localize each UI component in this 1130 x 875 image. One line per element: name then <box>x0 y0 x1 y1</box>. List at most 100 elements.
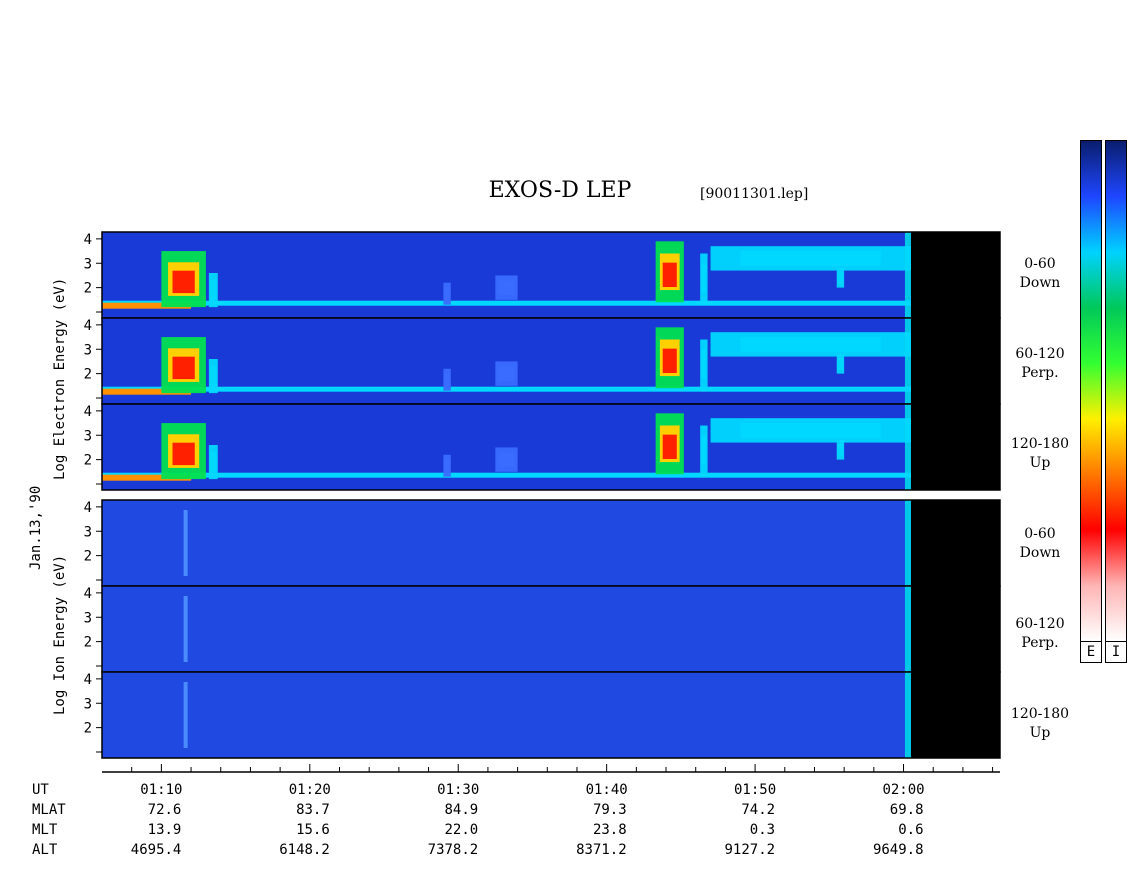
y-tick-label: 2 <box>84 453 92 469</box>
ephemeris-value: 22.0 <box>444 822 479 838</box>
data-edge <box>904 586 911 672</box>
y-tick-label: 2 <box>84 367 92 383</box>
electron-feature-core <box>701 263 707 293</box>
no-data-region <box>910 318 1000 404</box>
y-tick-label: 3 <box>84 428 92 444</box>
ephemeris-value: 9127.2 <box>724 842 776 858</box>
panel-label-e1: 0-60 Down <box>1019 256 1061 291</box>
y-tick-label: 4 <box>84 404 92 420</box>
colorbar-ion <box>1105 140 1127 642</box>
ion-ylabel: Log Ion Energy (eV) <box>52 554 68 715</box>
data-edge <box>904 500 911 586</box>
electron-feature-core <box>210 279 217 301</box>
data-edge <box>904 672 911 758</box>
ephemeris-value: 02:00 <box>882 782 925 798</box>
ephemeris-value: 01:30 <box>437 782 480 798</box>
ephemeris-value: 72.6 <box>147 802 182 818</box>
electron-feature-core <box>837 358 844 370</box>
colorbar-electron <box>1080 140 1102 642</box>
electron-feature-core <box>210 365 217 387</box>
ephemeris-value: 01:10 <box>140 782 183 798</box>
ephemeris-value: 01:20 <box>288 782 331 798</box>
y-tick-label: 3 <box>84 696 92 712</box>
panel-label-i2: 60-120 Perp. <box>1015 616 1065 651</box>
y-tick-label: 3 <box>84 256 92 272</box>
ion-feature <box>183 510 188 576</box>
ion-feature <box>183 596 188 662</box>
panel-label-e2: 60-120 Perp. <box>1015 346 1065 381</box>
ephemeris-mlat-name: MLAT <box>32 802 66 818</box>
electron-feature-core <box>444 459 450 473</box>
ephemeris-value: 4695.4 <box>130 842 182 858</box>
y-tick-label: 4 <box>84 586 92 602</box>
no-data-region <box>910 500 1000 586</box>
ephemeris-value: 13.9 <box>147 822 182 838</box>
ephemeris-value: 74.2 <box>741 802 776 818</box>
electron-feature-core <box>740 251 881 266</box>
no-data-region <box>910 672 1000 758</box>
y-tick-label: 4 <box>84 500 92 516</box>
low-energy-band <box>102 386 911 392</box>
electron-feature-core <box>210 451 217 473</box>
ephemeris-value: 83.7 <box>296 802 330 818</box>
electron-feature-core <box>740 423 881 438</box>
panel-background <box>102 672 911 758</box>
ephemeris-value: 01:40 <box>585 782 628 798</box>
electron-feature-core <box>837 272 844 284</box>
ephemeris-value: 0.6 <box>898 822 924 838</box>
electron-feature-peak <box>172 356 195 380</box>
electron-feature-core <box>701 349 707 379</box>
electron-feature-peak <box>172 442 195 466</box>
date-label: Jan.13,'90 <box>28 485 44 570</box>
panel-background <box>102 500 911 586</box>
ephemeris-value: 7378.2 <box>427 842 479 858</box>
ephemeris-ut-name: UT <box>32 782 49 798</box>
ephemeris-mlt-name: MLT <box>32 822 58 838</box>
electron-feature-core <box>498 366 515 381</box>
electron-feature-core <box>740 337 881 352</box>
no-data-region <box>910 232 1000 318</box>
panel-label-i1: 0-60 Down <box>1019 526 1061 561</box>
y-tick-label: 3 <box>84 524 92 540</box>
y-tick-label: 2 <box>84 281 92 297</box>
ephemeris-value: 69.8 <box>889 802 924 818</box>
y-tick-label: 3 <box>84 610 92 626</box>
spectrogram-plot: 2 3 4 2 3 4 2 3 4 2 3 4 2 3 4 2 3 4 <box>84 231 1001 773</box>
ephemeris-value: 0.3 <box>749 822 776 838</box>
ephemeris-value: 9649.8 <box>872 842 924 858</box>
y-tick-label: 2 <box>84 721 92 737</box>
y-tick-label: 4 <box>84 232 92 248</box>
y-tick-label: 2 <box>84 635 92 651</box>
ephemeris-value: 01:50 <box>734 782 777 798</box>
panel-label-i3: 120-180 Up <box>1010 706 1070 741</box>
y-tick-label: 4 <box>84 672 92 688</box>
electron-feature-core <box>498 280 515 295</box>
ephemeris-value: 23.8 <box>592 822 627 838</box>
ephemeris-value: 6148.2 <box>279 842 330 858</box>
electron-feature-peak <box>662 262 677 288</box>
ephemeris-value: 79.3 <box>592 802 627 818</box>
panel-label-e3: 120-180 Up <box>1010 436 1070 471</box>
electron-feature-peak <box>662 348 677 374</box>
electron-feature-core <box>837 444 844 456</box>
electron-feature-core <box>444 287 450 301</box>
no-data-region <box>910 586 1000 672</box>
ephemeris-value: 15.6 <box>296 822 330 838</box>
y-tick-label: 3 <box>84 342 92 358</box>
electron-feature-core <box>444 373 450 387</box>
ephemeris-alt-name: ALT <box>32 842 58 858</box>
no-data-region <box>910 404 1000 490</box>
ephemeris-value: 84.9 <box>444 802 479 818</box>
colorbar-electron-caption: E <box>1080 641 1102 663</box>
colorbar-ion-caption: I <box>1105 641 1127 663</box>
electron-ylabel: Log Electron Energy (eV) <box>52 277 68 480</box>
ion-feature <box>183 682 188 748</box>
y-tick-label: 4 <box>84 318 92 334</box>
low-energy-band <box>102 472 911 478</box>
y-tick-label: 2 <box>84 549 92 565</box>
low-energy-band <box>102 300 911 306</box>
panel-background <box>102 586 911 672</box>
electron-feature-peak <box>172 270 195 294</box>
electron-feature-core <box>498 452 515 467</box>
ephemeris-value: 8371.2 <box>576 842 627 858</box>
